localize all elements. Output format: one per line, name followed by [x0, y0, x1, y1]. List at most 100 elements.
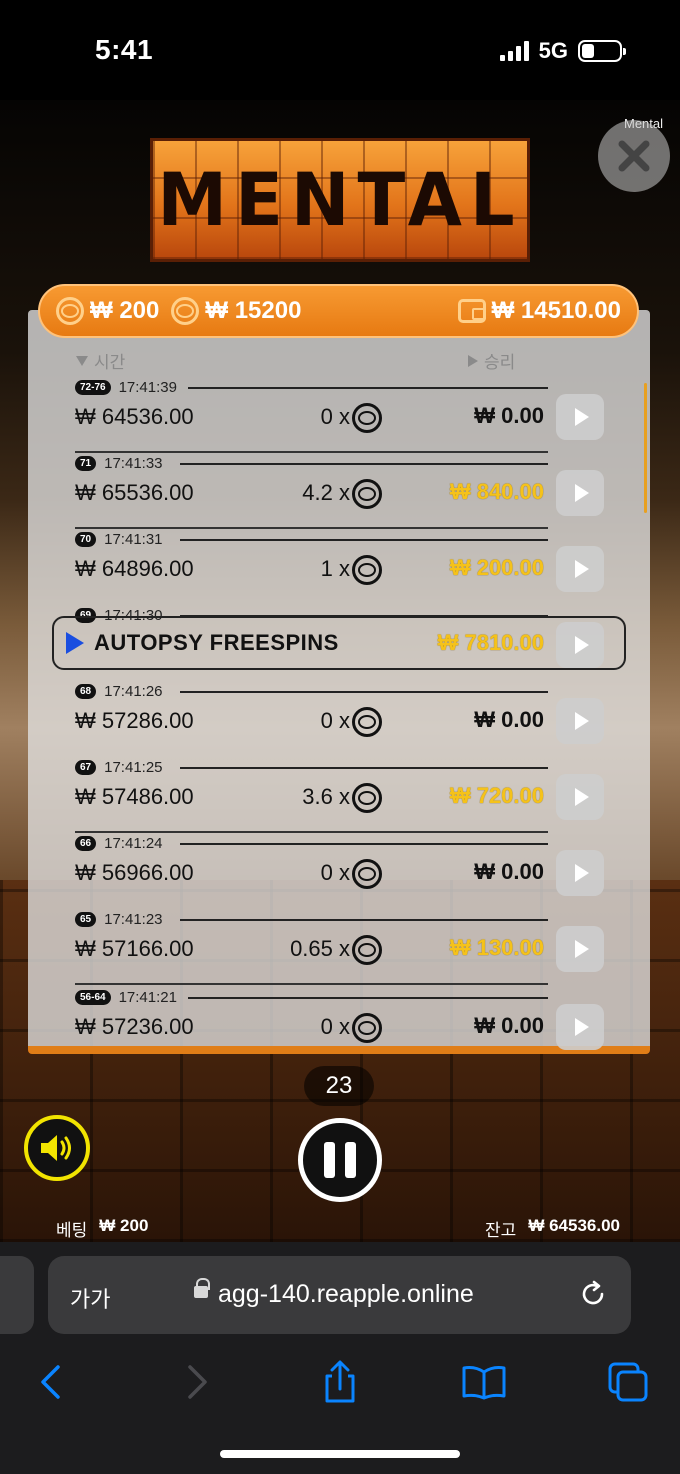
status-time: 5:41: [95, 34, 154, 65]
replay-button[interactable]: [556, 622, 604, 668]
replay-button[interactable]: [556, 774, 604, 820]
row-multiplier: 3.6 x: [302, 784, 350, 809]
close-button[interactable]: [598, 120, 670, 192]
replay-button[interactable]: [556, 1004, 604, 1050]
coin-icon: [352, 1013, 382, 1043]
total-summary-value: ₩ 15200: [205, 297, 302, 324]
replay-button[interactable]: [556, 470, 604, 516]
divider: [188, 997, 548, 999]
row-balance: ₩ 64896.00: [75, 556, 194, 581]
url-text[interactable]: agg-140.reapple.online: [218, 1280, 474, 1309]
game-logo: MENTAL: [150, 138, 530, 262]
row-multiplier: 0 x: [320, 1014, 350, 1039]
replay-button[interactable]: [556, 850, 604, 896]
pause-icon: [324, 1142, 335, 1178]
column-header-win[interactable]: 승리: [468, 348, 515, 373]
history-row: 70 17:41:31 ₩ 64896.00 1 x ₩ 200.00: [0, 528, 680, 604]
bet-summary-value: ₩ 200: [90, 297, 160, 324]
game-logo-text: MENTAL: [157, 156, 523, 244]
row-time: 17:41:33: [104, 454, 163, 472]
row-balance: ₩ 57236.00: [75, 1014, 194, 1039]
divider: [180, 919, 548, 921]
coin-icon: [352, 555, 382, 585]
tabs-icon: [608, 1362, 648, 1402]
replay-button[interactable]: [556, 926, 604, 972]
row-multiplier: 0 x: [320, 404, 350, 429]
expand-icon[interactable]: [66, 632, 84, 654]
row-balance: ₩ 64536.00: [75, 404, 194, 429]
game-scene: MENTAL Mental ₩ 200 ₩ 15200 ₩ 14510.00 시…: [0, 100, 680, 1242]
close-icon: [618, 140, 650, 172]
back-button[interactable]: [26, 1358, 74, 1406]
row-win: ₩ 0.00: [474, 403, 544, 428]
row-multiplier: 1 x: [320, 556, 350, 581]
balance-info: 잔고 ₩ 64536.00: [485, 1216, 620, 1241]
address-bar[interactable]: 가가 agg-140.reapple.online: [48, 1256, 631, 1334]
history-row: 66 17:41:24 ₩ 56966.00 0 x ₩ 0.00: [0, 832, 680, 908]
row-balance: ₩ 65536.00: [75, 480, 194, 505]
bet-info: 베팅 ₩ 200: [56, 1216, 148, 1241]
tabs-button[interactable]: [604, 1358, 652, 1406]
history-row: 71 17:41:33 ₩ 65536.00 4.2 x ₩ 840.00: [0, 452, 680, 529]
row-multiplier: 0.65 x: [290, 936, 350, 961]
forward-button[interactable]: [174, 1358, 222, 1406]
row-time: 17:41:21: [118, 988, 177, 1006]
row-meta: 68 17:41:26: [75, 680, 163, 702]
coin-icon: [352, 479, 382, 509]
bookmarks-button[interactable]: [460, 1358, 508, 1406]
reload-icon[interactable]: [577, 1278, 609, 1310]
row-time: 17:41:39: [118, 378, 177, 396]
row-multiplier: 0 x: [320, 860, 350, 885]
column-header-win-label: 승리: [484, 353, 516, 372]
history-row: 67 17:41:25 ₩ 57486.00 3.6 x ₩ 720.00: [0, 756, 680, 833]
spin-counter: 23: [304, 1066, 374, 1106]
bet-summary: ₩ 200: [56, 297, 159, 325]
replay-button[interactable]: [556, 546, 604, 592]
status-bar: 5:41 5G: [0, 0, 680, 100]
balance-amount: ₩ 64536.00: [528, 1216, 620, 1235]
row-win: ₩ 0.00: [474, 859, 544, 884]
win-summary: ₩ 14510.00: [457, 297, 621, 325]
bookmarks-icon: [462, 1366, 506, 1400]
sound-icon: [41, 1135, 71, 1161]
row-meta: 56-64 17:41:21: [75, 986, 177, 1008]
round-badge: 66: [75, 835, 97, 851]
round-badge: 67: [75, 759, 97, 775]
history-row: 68 17:41:26 ₩ 57286.00 0 x ₩ 0.00: [0, 680, 680, 756]
text-size-button[interactable]: 가가: [70, 1282, 110, 1314]
bet-label: 베팅: [56, 1221, 88, 1240]
coin-icon: [171, 297, 200, 325]
sort-down-icon: [76, 355, 88, 366]
share-button[interactable]: [316, 1358, 364, 1406]
round-badge: 65: [75, 911, 97, 927]
freespins-label: AUTOPSY FREESPINS: [94, 630, 339, 655]
pause-icon: [345, 1142, 356, 1178]
pause-button[interactable]: [298, 1118, 382, 1202]
back-icon: [41, 1365, 60, 1399]
row-win: ₩ 0.00: [474, 1013, 544, 1038]
row-win: ₩ 840.00: [449, 479, 544, 504]
row-meta: 71 17:41:33: [75, 452, 163, 474]
divider: [180, 539, 548, 541]
row-balance: ₩ 56966.00: [75, 860, 194, 885]
total-summary: ₩ 15200: [171, 297, 301, 325]
row-balance: ₩ 57166.00: [75, 936, 194, 961]
home-indicator[interactable]: [220, 1450, 460, 1458]
column-header-time[interactable]: 시간: [76, 348, 125, 373]
sound-button[interactable]: [24, 1115, 90, 1181]
bet-amount: ₩ 200: [99, 1216, 149, 1235]
round-badge: 71: [75, 455, 97, 471]
replay-button[interactable]: [556, 394, 604, 440]
row-time: 17:41:31: [104, 530, 163, 548]
divider: [188, 387, 548, 389]
row-balance: ₩ 57486.00: [75, 784, 194, 809]
row-multiplier: 0 x: [320, 708, 350, 733]
row-meta: 65 17:41:23: [75, 908, 163, 930]
replay-button[interactable]: [556, 698, 604, 744]
row-meta: 67 17:41:25: [75, 756, 163, 778]
browser-chrome: 가가 agg-140.reapple.online: [0, 1242, 680, 1474]
signal-icon: [499, 41, 529, 61]
wallet-icon: [457, 299, 486, 323]
row-time: 17:41:25: [104, 758, 163, 776]
previous-tab[interactable]: [0, 1256, 34, 1334]
